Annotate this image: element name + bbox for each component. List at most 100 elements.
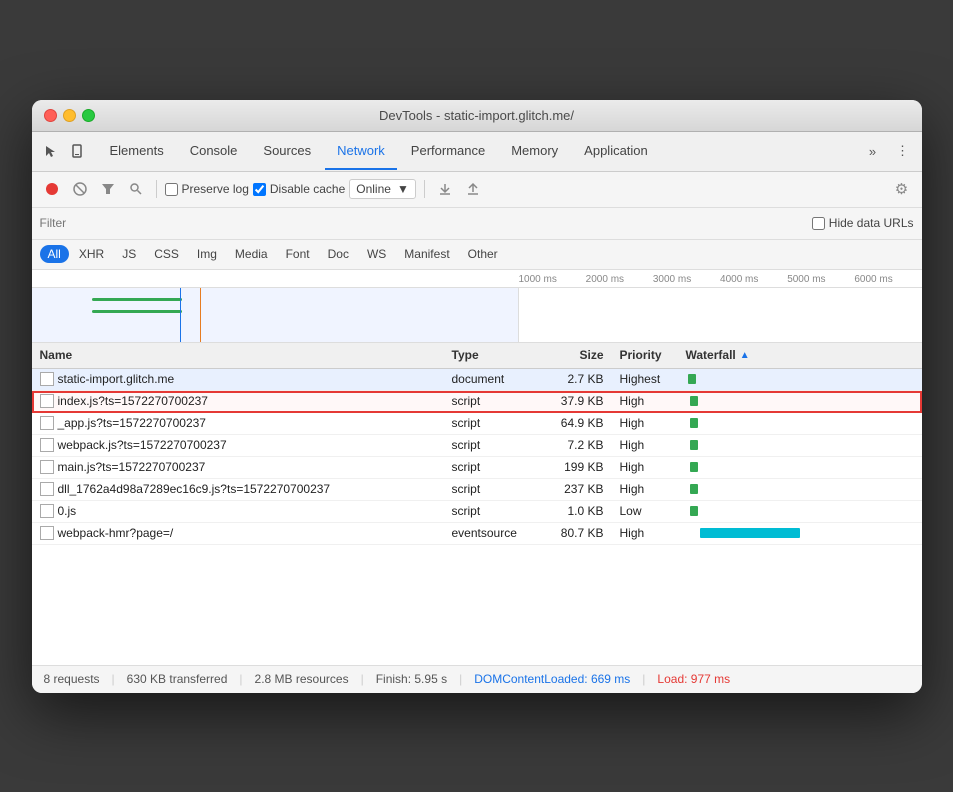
tab-elements[interactable]: Elements — [98, 132, 176, 170]
settings-button[interactable]: ⚙ — [890, 177, 914, 201]
maximize-button[interactable] — [82, 109, 95, 122]
table-row[interactable]: main.js?ts=1572270700237 script 199 KB H… — [32, 457, 922, 479]
mobile-icon[interactable] — [66, 140, 88, 162]
network-toolbar: Preserve log Disable cache Online ▼ — [32, 172, 922, 208]
cursor-icon[interactable] — [40, 140, 62, 162]
row-3-waterfall — [682, 440, 922, 450]
row-7-name: webpack-hmr?page=/ — [32, 526, 452, 540]
file-icon — [40, 416, 54, 430]
record-button[interactable] — [40, 177, 64, 201]
type-filter-js[interactable]: JS — [114, 245, 144, 263]
table-body: static-import.glitch.me document 2.7 KB … — [32, 369, 922, 545]
tab-console[interactable]: Console — [178, 132, 250, 170]
minimize-button[interactable] — [63, 109, 76, 122]
row-3-type: script — [452, 438, 542, 452]
type-filter-manifest[interactable]: Manifest — [396, 245, 457, 263]
ruler-mark-5: 5000 ms — [787, 274, 854, 287]
col-header-name[interactable]: Name — [32, 348, 452, 362]
type-filter-bar: All XHR JS CSS Img Media Font Doc WS Man… — [32, 240, 922, 270]
table-row[interactable]: webpack-hmr?page=/ eventsource 80.7 KB H… — [32, 523, 922, 545]
waterfall-bar — [690, 396, 698, 406]
col-header-priority[interactable]: Priority — [612, 348, 682, 362]
row-4-name: main.js?ts=1572270700237 — [32, 460, 452, 474]
table-row[interactable]: webpack.js?ts=1572270700237 script 7.2 K… — [32, 435, 922, 457]
row-2-waterfall — [682, 418, 922, 428]
throttle-select[interactable]: Online ▼ — [349, 179, 416, 199]
preserve-log-checkbox[interactable]: Preserve log — [165, 182, 249, 196]
waterfall-bar — [690, 418, 698, 428]
status-domcontent: DOMContentLoaded: 669 ms — [474, 672, 630, 686]
import-har-button[interactable] — [433, 177, 457, 201]
clear-button[interactable] — [68, 177, 92, 201]
waterfall-bar — [690, 484, 698, 494]
ruler-mark-4: 4000 ms — [720, 274, 787, 287]
timeline-bar-2 — [92, 310, 182, 313]
status-divider-5: | — [642, 672, 645, 686]
status-requests: 8 requests — [44, 672, 100, 686]
row-0-type: document — [452, 372, 542, 386]
devtools-more-icon[interactable]: ⋮ — [892, 140, 914, 162]
file-icon — [40, 504, 54, 518]
type-filter-other[interactable]: Other — [460, 245, 506, 263]
table-row[interactable]: index.js?ts=1572270700237 script 37.9 KB… — [32, 391, 922, 413]
row-5-priority: High — [612, 482, 682, 496]
row-3-name: webpack.js?ts=1572270700237 — [32, 438, 452, 452]
col-header-waterfall[interactable]: Waterfall ▲ — [682, 348, 922, 362]
domcontent-line — [180, 288, 181, 342]
type-filter-doc[interactable]: Doc — [320, 245, 357, 263]
filter-input[interactable] — [40, 216, 160, 230]
table-row[interactable]: static-import.glitch.me document 2.7 KB … — [32, 369, 922, 391]
row-6-type: script — [452, 504, 542, 518]
filter-bar: Hide data URLs — [32, 208, 922, 240]
tab-application[interactable]: Application — [572, 132, 660, 170]
type-filter-ws[interactable]: WS — [359, 245, 394, 263]
waterfall-bar — [690, 440, 698, 450]
close-button[interactable] — [44, 109, 57, 122]
timeline-left-area — [32, 288, 519, 342]
hide-data-urls-checkbox[interactable]: Hide data URLs — [812, 216, 914, 230]
tab-sources[interactable]: Sources — [251, 132, 323, 170]
row-6-priority: Low — [612, 504, 682, 518]
type-filter-font[interactable]: Font — [278, 245, 318, 263]
disable-cache-checkbox[interactable]: Disable cache — [253, 182, 345, 196]
row-6-size: 1.0 KB — [542, 504, 612, 518]
type-filter-media[interactable]: Media — [227, 245, 276, 263]
more-tabs-icon[interactable]: » — [862, 140, 884, 162]
search-icon-button[interactable] — [124, 177, 148, 201]
table-row[interactable]: _app.js?ts=1572270700237 script 64.9 KB … — [32, 413, 922, 435]
row-0-waterfall — [682, 374, 922, 384]
waterfall-bar — [688, 374, 696, 384]
tab-icons — [40, 140, 88, 162]
row-4-waterfall — [682, 462, 922, 472]
status-load: Load: 977 ms — [657, 672, 730, 686]
type-filter-img[interactable]: Img — [189, 245, 225, 263]
filter-icon-button[interactable] — [96, 177, 120, 201]
col-header-size[interactable]: Size — [542, 348, 612, 362]
table-row[interactable]: dll_1762a4d98a7289ec16c9.js?ts=157227070… — [32, 479, 922, 501]
toolbar-divider-1 — [156, 180, 157, 198]
status-divider-4: | — [459, 672, 462, 686]
file-icon — [40, 526, 54, 540]
status-divider-1: | — [112, 672, 115, 686]
traffic-lights — [44, 109, 95, 122]
col-header-type[interactable]: Type — [452, 348, 542, 362]
file-icon — [40, 482, 54, 496]
tab-performance[interactable]: Performance — [399, 132, 497, 170]
tab-memory[interactable]: Memory — [499, 132, 570, 170]
type-filter-css[interactable]: CSS — [146, 245, 187, 263]
row-6-name: 0.js — [32, 504, 452, 518]
row-1-name: index.js?ts=1572270700237 — [32, 394, 452, 408]
waterfall-sort-icon: ▲ — [740, 350, 750, 361]
export-har-button[interactable] — [461, 177, 485, 201]
row-3-priority: High — [612, 438, 682, 452]
row-7-waterfall — [682, 528, 922, 538]
type-filter-all[interactable]: All — [40, 245, 69, 263]
row-5-name: dll_1762a4d98a7289ec16c9.js?ts=157227070… — [32, 482, 452, 496]
table-row[interactable]: 0.js script 1.0 KB Low — [32, 501, 922, 523]
type-filter-xhr[interactable]: XHR — [71, 245, 112, 263]
waterfall-bar — [690, 506, 698, 516]
devtools-tab-bar: Elements Console Sources Network Perform… — [32, 132, 922, 172]
row-1-type: script — [452, 394, 542, 408]
tab-network[interactable]: Network — [325, 132, 397, 170]
ruler-mark-1: 1000 ms — [519, 274, 586, 287]
